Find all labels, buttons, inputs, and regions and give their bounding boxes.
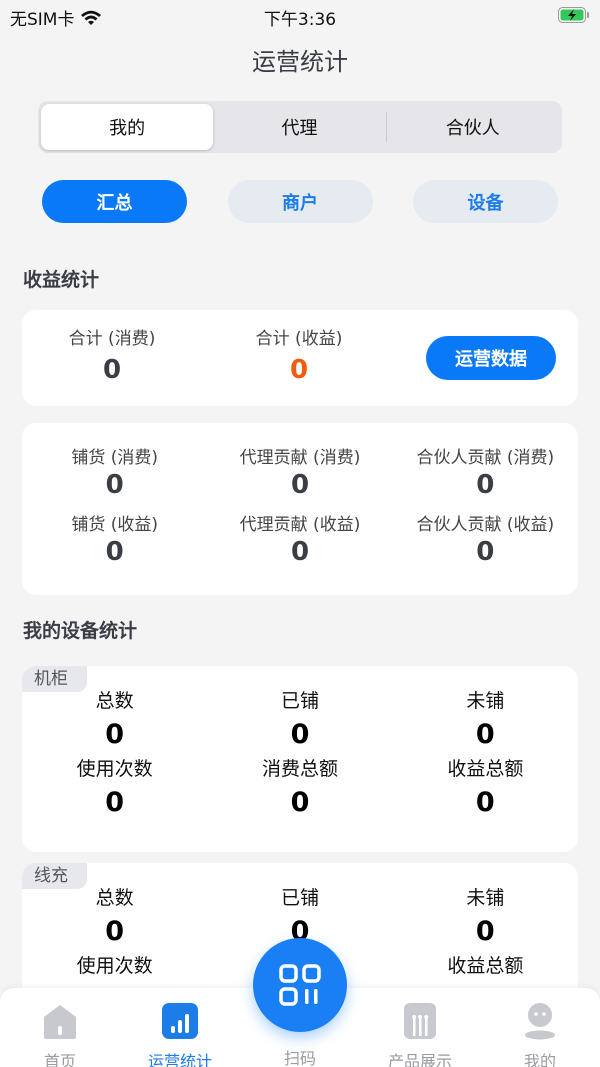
carrier-info: 无SIM卡 (10, 5, 102, 30)
device-stat-label: 收益总额 (447, 758, 524, 780)
profile-icon (525, 1003, 555, 1040)
device-stat: 未铺 0 (393, 883, 578, 947)
tab-label: 运营统计 (147, 1052, 212, 1067)
device-stat-value: 0 (290, 787, 310, 818)
device-stat-label: 消费总额 (261, 758, 338, 780)
contribution-label: 铺货 (消费) (71, 448, 158, 468)
devices-section-title: 我的设备统计 (23, 620, 138, 642)
contribution-label: 铺货 (收益) (71, 515, 158, 535)
device-stat-value: 0 (475, 916, 495, 947)
tab-profile[interactable]: 我的 (490, 1002, 590, 1067)
device-stat-label: 收益总额 (447, 955, 524, 977)
status-bar: 无SIM卡 下午3:36 (0, 0, 600, 32)
contribution-item: 铺货 (消费) 0 (22, 443, 207, 500)
segment-partner[interactable]: 合伙人 (387, 104, 559, 150)
tab-label: 产品展示 (387, 1052, 452, 1067)
device-stat-value: 0 (475, 719, 495, 750)
summary-value: 0 (289, 355, 309, 385)
summary-consumption: 合计 (消费) 0 (22, 324, 202, 385)
pill-summary[interactable]: 汇总 (42, 180, 187, 223)
device-stat: 总数 0 (22, 686, 207, 750)
device-stat: 已铺 0 (207, 686, 392, 750)
device-stat: 总数 0 (22, 883, 207, 947)
wifi-icon (81, 10, 102, 25)
contribution-label: 代理贡献 (收益) (239, 515, 361, 535)
contribution-item: 合伙人贡献 (消费) 0 (393, 443, 578, 500)
summary-label: 合计 (收益) (255, 329, 343, 349)
contribution-card: 铺货 (消费) 0 代理贡献 (消费) 0 合伙人贡献 (消费) 0 铺货 (收益) 0… (22, 423, 578, 595)
contribution-label: 合伙人贡献 (消费) (416, 448, 555, 468)
home-icon (44, 1005, 76, 1039)
page-title: 运营统计 (252, 48, 348, 76)
device-stat-value: 0 (105, 719, 125, 750)
device-stat: 使用次数 (22, 951, 207, 984)
contribution-item: 代理贡献 (消费) 0 (207, 443, 392, 500)
device-stat-label: 未铺 (466, 690, 505, 712)
contribution-label: 合伙人贡献 (收益) (416, 515, 555, 535)
contribution-item: 铺货 (收益) 0 (22, 510, 207, 567)
contribution-item: 代理贡献 (收益) 0 (207, 510, 392, 567)
device-stats-grid: 总数 0 已铺 0 未铺 0 使用次数 0 消费总额 0 收益总额 0 (22, 666, 578, 818)
contribution-label: 代理贡献 (消费) (239, 448, 361, 468)
device-stat-value: 0 (475, 787, 495, 818)
tab-scan-label[interactable]: 扫码 (250, 1045, 350, 1067)
scan-button[interactable] (253, 938, 347, 1032)
contribution-item: 合伙人贡献 (收益) 0 (393, 510, 578, 567)
device-stat: 未铺 0 (393, 686, 578, 750)
pill-device[interactable]: 设备 (413, 180, 558, 223)
operations-data-button[interactable]: 运营数据 (426, 336, 556, 380)
contribution-value: 0 (290, 537, 310, 567)
revenue-summary-card: 合计 (消费) 0 合计 (收益) 0 运营数据 (22, 310, 578, 406)
tab-home[interactable]: 首页 (10, 1002, 110, 1067)
device-stat: 收益总额 (393, 951, 578, 984)
contribution-value: 0 (290, 470, 310, 500)
device-stat-value: 0 (290, 719, 310, 750)
battery-charging-icon (558, 7, 589, 23)
tab-label: 首页 (43, 1052, 76, 1067)
device-stat: 消费总额 0 (207, 754, 392, 818)
segment-agent[interactable]: 代理 (213, 104, 385, 150)
device-stat-label: 已铺 (280, 887, 319, 909)
device-type-tag: 机柜 (22, 666, 87, 692)
device-stat: 使用次数 0 (22, 754, 207, 818)
contribution-value: 0 (105, 537, 124, 567)
device-stat-value: 0 (105, 787, 125, 818)
device-stat-label: 未铺 (466, 887, 505, 909)
scan-icon (279, 964, 321, 1006)
device-stat-label: 已铺 (280, 690, 319, 712)
pill-merchant[interactable]: 商户 (227, 180, 373, 223)
device-stat-label: 使用次数 (76, 955, 153, 977)
contribution-value: 0 (476, 470, 495, 500)
product-icon (404, 1003, 436, 1039)
bar-chart-icon (162, 1003, 198, 1039)
device-stat-value: 0 (105, 916, 125, 947)
summary-income: 合计 (收益) 0 (209, 324, 389, 385)
contribution-grid: 铺货 (消费) 0 代理贡献 (消费) 0 合伙人贡献 (消费) 0 铺货 (收益) 0… (22, 443, 578, 567)
summary-value: 0 (102, 355, 122, 385)
tab-operations-stats[interactable]: 运营统计 (130, 1002, 230, 1067)
summary-label: 合计 (消费) (68, 329, 156, 349)
scope-segmented-control: 我的 代理 合伙人 (38, 101, 562, 153)
contribution-value: 0 (476, 537, 495, 567)
device-card-cabinet: 机柜 总数 0 已铺 0 未铺 0 使用次数 0 消费总额 0 收益总额 0 (22, 666, 578, 852)
device-stat-label: 使用次数 (76, 758, 153, 780)
category-pills: 汇总 商户 设备 (42, 180, 558, 223)
contribution-value: 0 (105, 470, 124, 500)
tab-label: 我的 (523, 1052, 556, 1067)
device-type-tag: 线充 (22, 863, 87, 889)
device-stat: 收益总额 0 (393, 754, 578, 818)
tab-products[interactable]: 产品展示 (370, 1002, 470, 1067)
revenue-section-title: 收益统计 (23, 269, 100, 291)
segment-mine[interactable]: 我的 (41, 104, 214, 150)
carrier-label: 无SIM卡 (10, 10, 75, 30)
